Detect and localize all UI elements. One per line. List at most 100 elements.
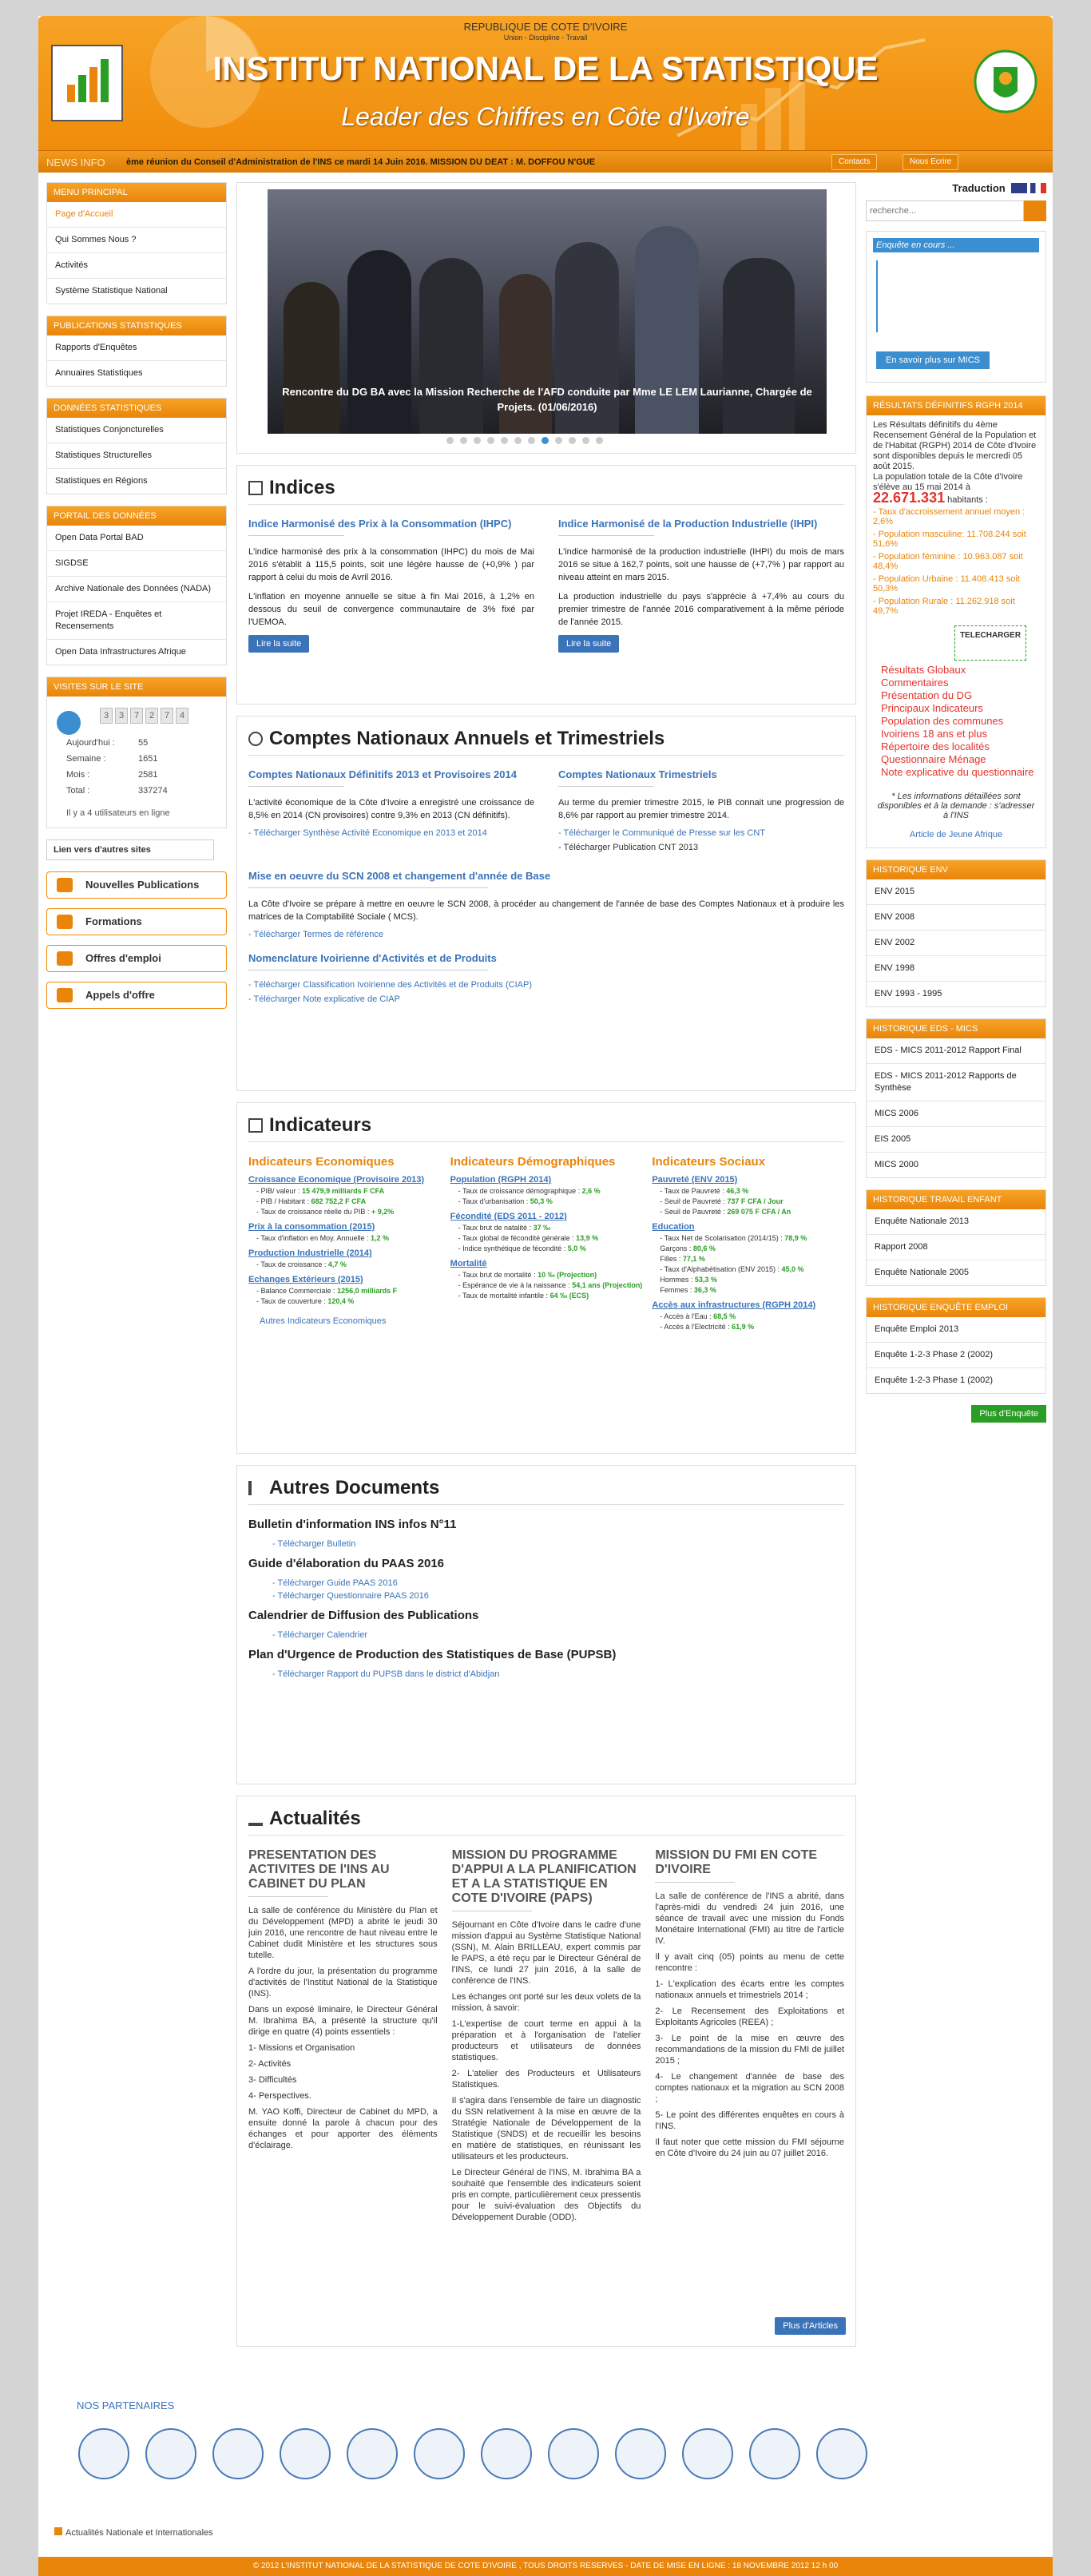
history-item[interactable]: ENV 1998 bbox=[867, 956, 1045, 982]
partner-logo[interactable] bbox=[749, 2428, 800, 2479]
uk-flag-icon[interactable] bbox=[1011, 183, 1028, 193]
rgph-download-link[interactable]: Commentaires bbox=[881, 677, 1037, 689]
rgph-download-link[interactable]: Ivoiriens 18 ans et plus bbox=[881, 728, 1037, 740]
indicator-group-title[interactable]: Croissance Economique (Provisoire 2013) bbox=[248, 1175, 441, 1185]
partner-logo[interactable] bbox=[414, 2428, 465, 2479]
rgph-download-link[interactable]: Résultats Globaux bbox=[881, 664, 1037, 677]
fr-flag-icon[interactable] bbox=[1030, 183, 1046, 193]
slider-dot[interactable] bbox=[474, 437, 481, 444]
indicator-group-title[interactable]: Education bbox=[652, 1222, 844, 1232]
menu-item-accueil[interactable]: Page d'Accueil bbox=[47, 202, 226, 228]
history-item[interactable]: ENV 2015 bbox=[867, 879, 1045, 905]
partner-logo[interactable] bbox=[78, 2428, 129, 2479]
history-item[interactable]: ENV 2008 bbox=[867, 905, 1045, 931]
slider-dot[interactable] bbox=[555, 437, 562, 444]
menu-item-conjoncturelles[interactable]: Statistiques Conjoncturelles bbox=[47, 418, 226, 443]
menu-item-qui-sommes-nous[interactable]: Qui Sommes Nous ? bbox=[47, 228, 226, 253]
ihpc-read-more-button[interactable]: Lire la suite bbox=[248, 635, 310, 653]
indicator-group-title[interactable]: Fécondité (EDS 2011 - 2012) bbox=[450, 1212, 643, 1221]
menu-item-annuaires[interactable]: Annuaires Statistiques bbox=[47, 361, 226, 386]
slider-dot[interactable] bbox=[528, 437, 535, 444]
partner-logo[interactable] bbox=[481, 2428, 532, 2479]
slider-dot[interactable] bbox=[569, 437, 576, 444]
download-link[interactable]: - Télécharger Questionnaire PAAS 2016 bbox=[272, 1591, 844, 1601]
rgph-download-link[interactable]: Présentation du DG bbox=[881, 689, 1037, 702]
indicator-group-title[interactable]: Production Industrielle (2014) bbox=[248, 1248, 441, 1258]
partner-logo[interactable] bbox=[280, 2428, 331, 2479]
partner-logo[interactable] bbox=[816, 2428, 867, 2479]
article-title[interactable]: MISSION DU FMI EN COTE D'IVOIRE bbox=[655, 1848, 844, 1877]
history-item[interactable]: ENV 2002 bbox=[867, 931, 1045, 956]
search-icon[interactable] bbox=[1024, 200, 1046, 221]
history-item[interactable]: Rapport 2008 bbox=[867, 1235, 1045, 1260]
indicator-group-title[interactable]: Population (RGPH 2014) bbox=[450, 1175, 643, 1185]
partner-logo[interactable] bbox=[212, 2428, 264, 2479]
slider-dot[interactable] bbox=[487, 437, 494, 444]
search-input[interactable] bbox=[866, 200, 1024, 221]
menu-item-sigdse[interactable]: SIGDSE bbox=[47, 551, 226, 577]
jeune-afrique-link[interactable]: Article de Jeune Afrique bbox=[867, 825, 1045, 847]
rgph-download-link[interactable]: Principaux Indicateurs bbox=[881, 702, 1037, 715]
slider-dot-active[interactable] bbox=[542, 437, 549, 444]
menu-item-structurelles[interactable]: Statistiques Structurelles bbox=[47, 443, 226, 469]
rgph-download-link[interactable]: Note explicative du questionnaire bbox=[881, 766, 1037, 779]
partner-logo[interactable] bbox=[548, 2428, 599, 2479]
article-title[interactable]: PRESENTATION DES ACTIVITES DE l'INS AU C… bbox=[248, 1848, 438, 1891]
history-item[interactable]: Enquête Nationale 2013 bbox=[867, 1209, 1045, 1235]
offres-emploi-button[interactable]: Offres d'emploi bbox=[46, 945, 227, 972]
article-title[interactable]: MISSION DU PROGRAMME D'APPUI A LA PLANIF… bbox=[452, 1848, 641, 1906]
indicator-group-title[interactable]: Echanges Extérieurs (2015) bbox=[248, 1275, 441, 1284]
rgph-download-link[interactable]: Questionnaire Ménage bbox=[881, 753, 1037, 766]
download-link[interactable]: - Télécharger Bulletin bbox=[272, 1539, 844, 1549]
news-slider[interactable]: Rencontre du DG BA avec la Mission Reche… bbox=[236, 182, 856, 454]
rgph-download-link[interactable]: Répertoire des localités bbox=[881, 740, 1037, 753]
rss-link[interactable]: Actualités Nationale et Internationales bbox=[54, 2527, 213, 2538]
slider-dot[interactable] bbox=[596, 437, 603, 444]
ihpi-title[interactable]: Indice Harmonisé de la Production Indust… bbox=[558, 518, 844, 530]
history-item[interactable]: MICS 2000 bbox=[867, 1153, 1045, 1177]
more-articles-button[interactable]: Plus d'Articles bbox=[775, 2317, 846, 2335]
partner-logo[interactable] bbox=[347, 2428, 398, 2479]
indicator-group-title[interactable]: Pauvreté (ENV 2015) bbox=[652, 1175, 844, 1185]
contacts-button[interactable]: Contacts bbox=[831, 154, 878, 170]
history-item[interactable]: Enquête Emploi 2013 bbox=[867, 1317, 1045, 1343]
history-item[interactable]: ENV 1993 - 1995 bbox=[867, 982, 1045, 1006]
slider-dot[interactable] bbox=[582, 437, 589, 444]
other-sites-select[interactable]: Lien vers d'autres sites bbox=[46, 839, 214, 860]
indicator-group-title[interactable]: Prix à la consommation (2015) bbox=[248, 1222, 441, 1232]
ihpi-read-more-button[interactable]: Lire la suite bbox=[558, 635, 620, 653]
partner-logo[interactable] bbox=[682, 2428, 733, 2479]
ihpc-title[interactable]: Indice Harmonisé des Prix à la Consommat… bbox=[248, 518, 534, 530]
indicator-group-title[interactable]: Accès aux infrastructures (RGPH 2014) bbox=[652, 1300, 844, 1310]
formations-button[interactable]: Formations bbox=[46, 908, 227, 935]
scn-title[interactable]: Mise en oeuvre du SCN 2008 et changement… bbox=[248, 870, 844, 883]
rgph-download-link[interactable]: Population des communes bbox=[881, 715, 1037, 728]
history-item[interactable]: Enquête 1-2-3 Phase 1 (2002) bbox=[867, 1368, 1045, 1393]
nouvelles-publications-button[interactable]: Nouvelles Publications bbox=[46, 871, 227, 899]
download-link[interactable]: - Télécharger Termes de référence bbox=[248, 930, 844, 939]
download-link[interactable]: - Télécharger Synthèse Activité Economiq… bbox=[248, 828, 534, 838]
download-link[interactable]: - Télécharger Rapport du PUPSB dans le d… bbox=[272, 1669, 844, 1679]
menu-item-nada[interactable]: Archive Nationale des Données (NADA) bbox=[47, 577, 226, 602]
slider-dot[interactable] bbox=[460, 437, 467, 444]
menu-item-open-data-afrique[interactable]: Open Data Infrastructures Afrique bbox=[47, 640, 226, 665]
history-item[interactable]: EDS - MICS 2011-2012 Rapport Final bbox=[867, 1038, 1045, 1064]
slider-dot[interactable] bbox=[501, 437, 508, 444]
download-link[interactable]: - Télécharger Guide PAAS 2016 bbox=[272, 1578, 844, 1588]
slider-dot[interactable] bbox=[446, 437, 454, 444]
history-item[interactable]: Enquête 1-2-3 Phase 2 (2002) bbox=[867, 1343, 1045, 1368]
download-link[interactable]: - Télécharger le Communiqué de Presse su… bbox=[558, 828, 844, 838]
menu-item-regions[interactable]: Statistiques en Régions bbox=[47, 469, 226, 494]
download-link[interactable]: - Télécharger Classification Ivoirienne … bbox=[248, 980, 844, 990]
more-surveys-button[interactable]: Plus d'Enquête bbox=[971, 1405, 1046, 1423]
history-item[interactable]: EIS 2005 bbox=[867, 1127, 1045, 1153]
nous-ecrire-button[interactable]: Nous Ecrire bbox=[903, 154, 959, 170]
nomenclature-title[interactable]: Nomenclature Ivoirienne d'Activités et d… bbox=[248, 952, 844, 965]
menu-item-activites[interactable]: Activités bbox=[47, 253, 226, 279]
slider-dot[interactable] bbox=[514, 437, 522, 444]
cn-trimestriels-title[interactable]: Comptes Nationaux Trimestriels bbox=[558, 768, 844, 781]
download-link[interactable]: - Télécharger Calendrier bbox=[272, 1630, 844, 1640]
history-item[interactable]: EDS - MICS 2011-2012 Rapports de Synthès… bbox=[867, 1064, 1045, 1101]
menu-item-ireda[interactable]: Projet IREDA - Enquêtes et Recensements bbox=[47, 602, 226, 640]
partner-logo[interactable] bbox=[145, 2428, 196, 2479]
